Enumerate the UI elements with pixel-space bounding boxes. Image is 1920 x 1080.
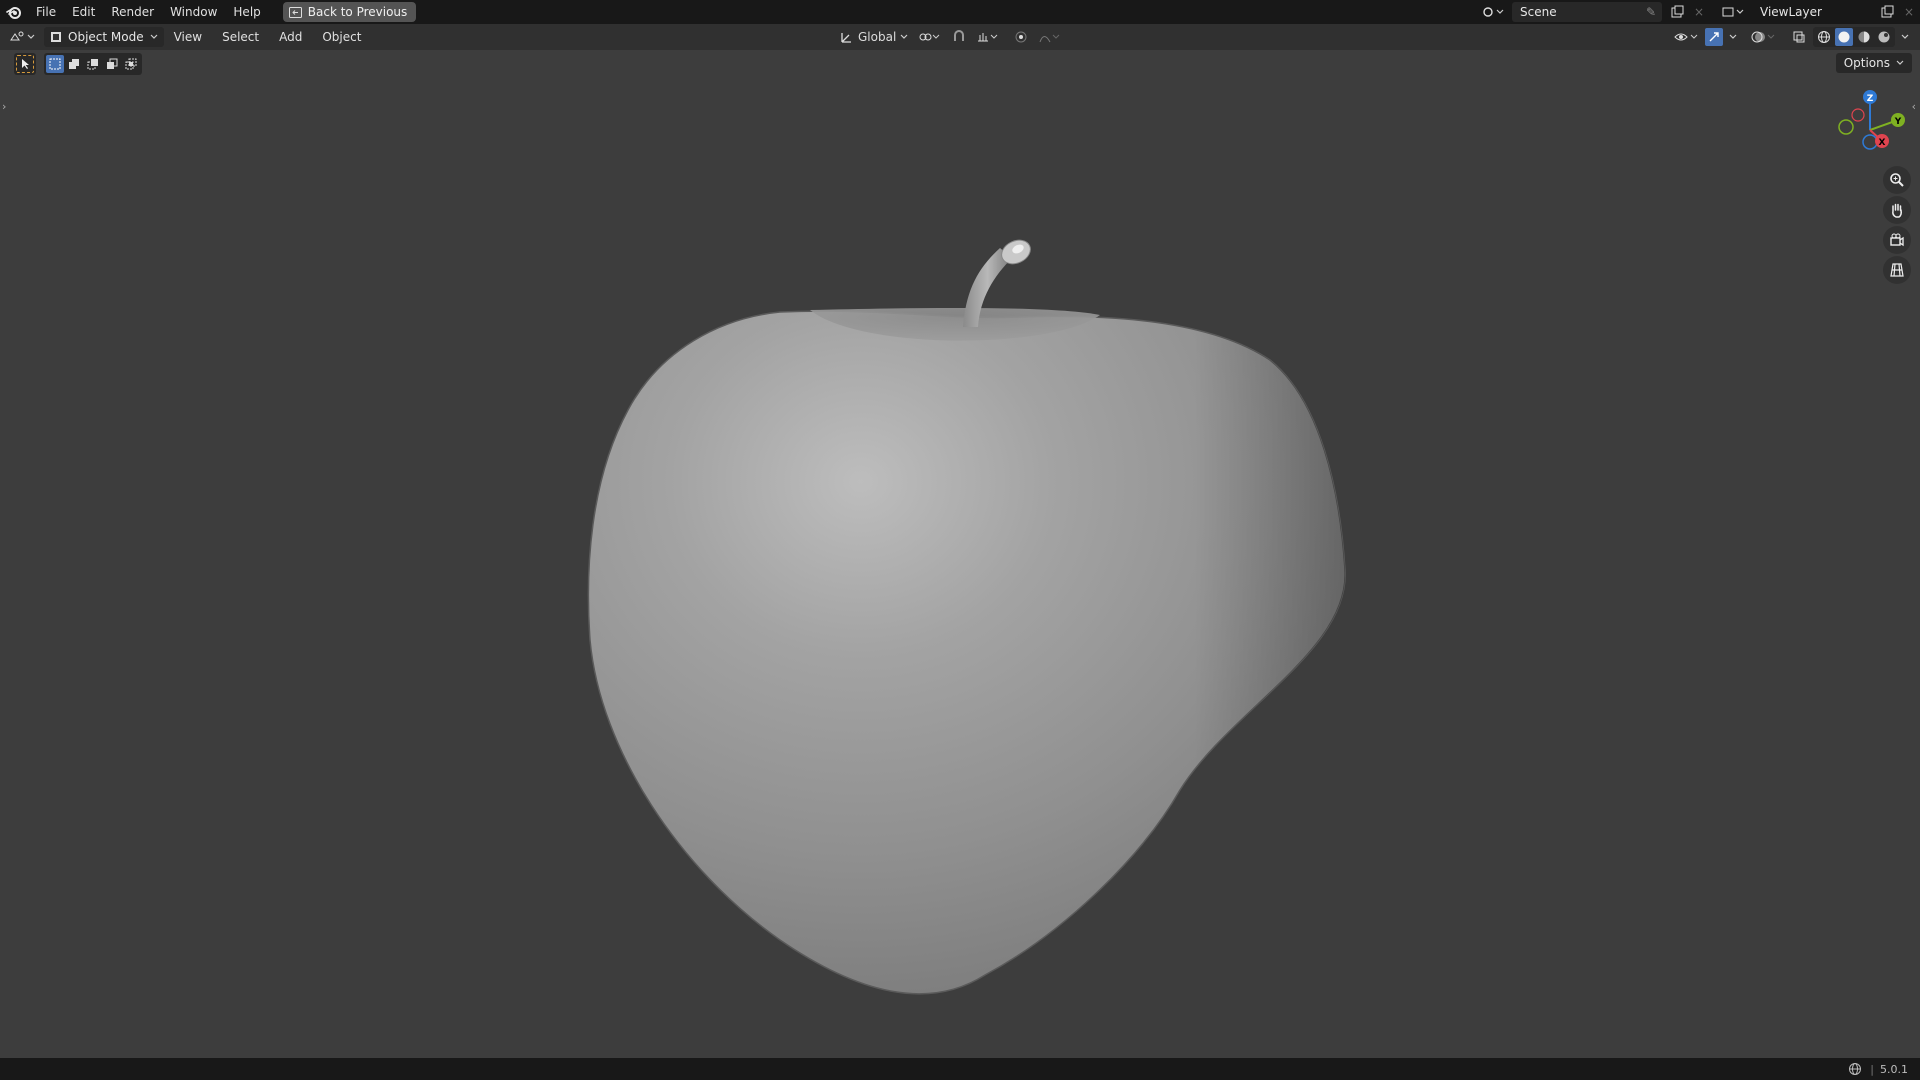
back-to-previous-button[interactable]: Back to Previous xyxy=(282,2,417,22)
active-tool-box xyxy=(14,53,36,75)
snap-toggle-icon[interactable] xyxy=(948,27,970,47)
orientation-label: Global xyxy=(858,30,897,44)
chevron-down-icon[interactable] xyxy=(1726,27,1740,47)
menu-edit[interactable]: Edit xyxy=(64,0,103,24)
proportional-editing-icon[interactable] xyxy=(1010,27,1032,47)
select-subtract-icon[interactable] xyxy=(84,55,102,73)
tool-settings-row xyxy=(14,53,142,75)
gizmo-toggle-icon[interactable] xyxy=(1705,28,1723,46)
orientation-icon xyxy=(841,33,851,43)
selection-mode-group xyxy=(44,53,142,75)
back-icon xyxy=(288,6,302,18)
transform-orientation-dropdown[interactable]: Global xyxy=(836,27,912,47)
header-menu-add[interactable]: Add xyxy=(269,30,312,44)
shading-options-chevron-icon[interactable] xyxy=(1898,27,1912,47)
select-invert-icon[interactable] xyxy=(103,55,121,73)
select-intersect-icon[interactable] xyxy=(122,55,140,73)
visibility-icon[interactable] xyxy=(1672,27,1702,47)
menu-window[interactable]: Window xyxy=(162,0,225,24)
chevron-down-icon xyxy=(1896,60,1904,65)
version-label: 5.0.1 xyxy=(1880,1062,1908,1076)
navigation-gizmo[interactable]: Z Y X xyxy=(1830,86,1910,166)
apple-model[interactable] xyxy=(0,50,1920,1058)
status-bar: | 5.0.1 xyxy=(0,1058,1920,1080)
material-preview-icon[interactable] xyxy=(1855,28,1873,46)
viewport-header: Object Mode View Select Add Object Globa… xyxy=(0,24,1920,50)
scene-name: Scene xyxy=(1520,5,1557,19)
select-extend-icon[interactable] xyxy=(65,55,83,73)
editor-type-icon[interactable] xyxy=(6,27,40,47)
viewport-display-tools xyxy=(1672,24,1912,50)
3d-viewport[interactable]: › ‹ Z Y X xyxy=(0,50,1920,1058)
gizmo-x-label: X xyxy=(1879,138,1886,148)
xray-toggle-icon[interactable] xyxy=(1788,27,1810,47)
pan-hand-icon[interactable] xyxy=(1883,196,1911,224)
header-menu-view[interactable]: View xyxy=(164,30,212,44)
gizmo-y-label: Y xyxy=(1894,117,1902,127)
zoom-icon[interactable] xyxy=(1883,166,1911,194)
perspective-toggle-icon[interactable] xyxy=(1883,256,1911,284)
top-bar: File Edit Render Window Help Back to Pre… xyxy=(0,0,1920,24)
view-layer-name: ViewLayer xyxy=(1760,5,1822,19)
transform-tools: Global xyxy=(836,24,1064,50)
close-view-layer-icon[interactable]: × xyxy=(1898,2,1920,22)
menu-file[interactable]: File xyxy=(28,0,64,24)
scene-name-field[interactable]: Scene ✎ xyxy=(1512,2,1662,22)
menu-render[interactable]: Render xyxy=(103,0,162,24)
menu-help[interactable]: Help xyxy=(225,0,268,24)
select-tool-icon[interactable] xyxy=(16,55,34,73)
pivot-point-icon[interactable] xyxy=(916,27,944,47)
header-menu-select[interactable]: Select xyxy=(212,30,269,44)
gizmo-z-label: Z xyxy=(1867,94,1874,104)
object-mode-dropdown[interactable]: Object Mode xyxy=(44,27,164,47)
overlays-icon[interactable] xyxy=(1749,27,1779,47)
new-view-layer-icon[interactable] xyxy=(1876,2,1898,22)
object-mode-label: Object Mode xyxy=(68,30,144,44)
object-mode-icon xyxy=(51,32,61,42)
rendered-shading-icon[interactable] xyxy=(1875,28,1893,46)
shading-mode-group xyxy=(1813,27,1895,47)
chevron-down-icon xyxy=(150,34,158,39)
select-new-icon[interactable] xyxy=(46,55,64,73)
status-separator: | xyxy=(1870,1062,1874,1076)
options-dropdown[interactable]: Options xyxy=(1835,53,1912,73)
camera-view-icon[interactable] xyxy=(1883,226,1911,254)
view-layer-selector-icon[interactable] xyxy=(1718,2,1748,22)
new-scene-icon[interactable] xyxy=(1666,2,1688,22)
view-layer-field[interactable]: ViewLayer xyxy=(1752,2,1872,22)
falloff-icon[interactable] xyxy=(1036,27,1064,47)
network-icon xyxy=(1849,1063,1862,1075)
solid-shading-icon[interactable] xyxy=(1835,28,1853,46)
sidebar-expand-icon[interactable]: ‹ xyxy=(1912,100,1916,113)
chevron-down-icon xyxy=(900,34,908,39)
pin-icon[interactable]: ✎ xyxy=(1646,5,1656,19)
blender-logo-icon[interactable] xyxy=(0,0,28,24)
wireframe-shading-icon[interactable] xyxy=(1815,28,1833,46)
scene-selector-icon[interactable] xyxy=(1478,2,1508,22)
snap-target-icon[interactable] xyxy=(974,27,1002,47)
back-button-label: Back to Previous xyxy=(307,5,408,19)
top-right-controls: Scene ✎ × ViewLayer × xyxy=(1478,0,1920,24)
header-menu-object[interactable]: Object xyxy=(312,30,371,44)
options-label: Options xyxy=(1843,56,1890,70)
close-scene-icon[interactable]: × xyxy=(1688,2,1710,22)
toolbar-expand-icon[interactable]: › xyxy=(2,100,6,113)
